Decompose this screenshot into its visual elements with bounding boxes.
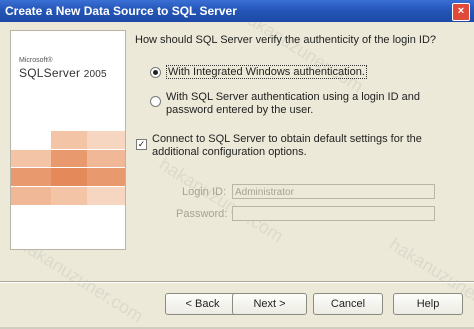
connect-label[interactable]: Connect to SQL Server to obtain default …: [152, 133, 442, 159]
product-year: 2005: [83, 69, 107, 80]
sql-auth-label[interactable]: With SQL Server authentication using a l…: [166, 91, 456, 117]
microsoft-logo: Microsoft®: [19, 57, 53, 64]
watermark: hakanuzuner.com: [155, 153, 287, 247]
sql-server-logo: SQLServer 2005: [19, 66, 107, 80]
back-button[interactable]: < Back: [165, 293, 240, 315]
connect-checkbox[interactable]: ✓: [136, 139, 147, 150]
title-bar: Create a New Data Source to SQL Server ×: [0, 0, 474, 22]
branding-panel: Microsoft® SQLServer 2005: [10, 30, 126, 250]
radio-sql-auth[interactable]: [150, 96, 161, 107]
login-id-field[interactable]: Administrator: [232, 184, 435, 199]
window-title: Create a New Data Source to SQL Server: [5, 4, 237, 18]
radio-windows-auth[interactable]: [150, 67, 161, 78]
password-field[interactable]: [232, 206, 435, 221]
password-label: Password:: [176, 208, 228, 220]
product-name: SQLServer: [19, 66, 81, 80]
next-button[interactable]: Next >: [232, 293, 307, 315]
login-id-label: Login ID:: [181, 186, 226, 198]
auth-question: How should SQL Server verify the authent…: [135, 34, 437, 46]
button-separator: [0, 281, 474, 283]
cancel-button[interactable]: Cancel: [313, 293, 383, 315]
help-button[interactable]: Help: [393, 293, 463, 315]
close-icon[interactable]: ×: [452, 3, 470, 21]
windows-auth-label[interactable]: With Integrated Windows authentication.: [166, 65, 367, 79]
